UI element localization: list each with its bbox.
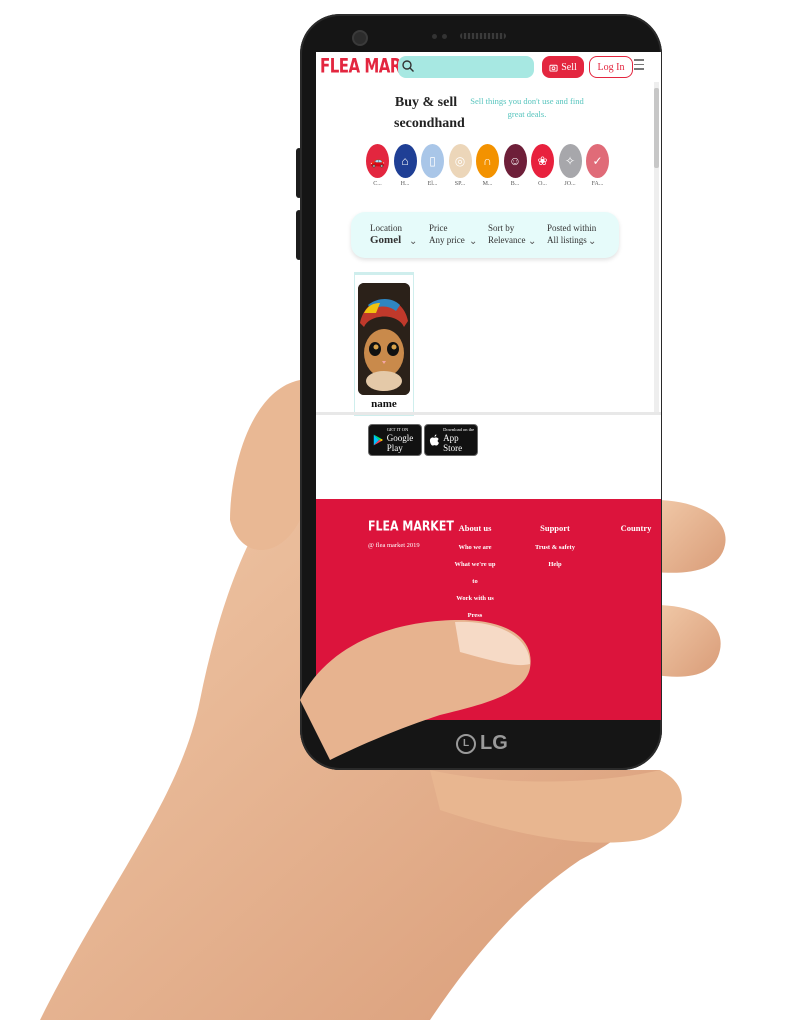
filter-price[interactable]: Price Any price <box>429 222 465 246</box>
play-store-icon <box>373 434 383 446</box>
category-list: 🚗 C... ⌂ H... ▯ El... ◎ SP... ∩ M... ☺ B... ❀ O... ✧ JO… <box>366 144 609 187</box>
footer-logo[interactable]: FLEA MARKET <box>368 519 454 535</box>
listing-image[interactable] <box>358 283 410 395</box>
search-input[interactable] <box>398 56 534 78</box>
category-item[interactable]: ∩ M... <box>476 144 499 187</box>
login-button[interactable]: Log In <box>589 56 633 78</box>
category-label: M... <box>482 181 493 187</box>
sell-label: Sell <box>561 61 577 73</box>
chevron-down-icon[interactable]: ⌄ <box>409 236 417 247</box>
footer-link[interactable]: Press <box>451 607 499 624</box>
footer-link[interactable]: What we're up to <box>451 556 499 590</box>
filter-sort[interactable]: Sort by Relevance <box>488 222 525 246</box>
filter-label: Sort by <box>488 223 515 233</box>
footer-heading: About us <box>458 523 492 533</box>
category-label: FA... <box>591 181 604 187</box>
badge-big-text: Google Play <box>386 433 414 453</box>
category-item[interactable]: ⌂ H... <box>393 144 417 187</box>
section-divider <box>316 412 661 415</box>
filter-bar: Location Gomel ⌄ Price Any price ⌄ Sort by… <box>351 212 619 258</box>
google-play-badge[interactable]: GET IT ON Google Play <box>368 424 422 456</box>
hero-subtitle: Sell things you don't use and find great… <box>470 96 584 119</box>
lg-circle-icon: L <box>456 733 476 754</box>
footer-support-column: Support Trust & safety Help <box>528 523 582 573</box>
search-icon <box>402 60 414 72</box>
category-item[interactable]: 🚗 C... <box>366 144 389 187</box>
filter-label: Price <box>429 223 448 233</box>
baby-icon[interactable]: ☺ <box>503 144 527 178</box>
footer-link[interactable]: Who we are <box>451 539 499 556</box>
app-store-badge[interactable]: Download on the App Store <box>424 424 478 456</box>
brand-logo: L LG <box>456 732 508 755</box>
brand-text: LG <box>480 732 508 754</box>
menu-icon[interactable] <box>634 59 644 73</box>
front-camera-icon <box>352 30 368 46</box>
sensor-dot <box>432 34 437 39</box>
sensor-dot <box>442 34 447 39</box>
footer-about-column: About us Who we are What we're up to Wor… <box>451 523 499 624</box>
filter-value: Any price <box>429 235 465 245</box>
listing-card[interactable]: name <box>354 272 414 416</box>
category-label: SP... <box>454 181 466 187</box>
house-icon[interactable]: ⌂ <box>393 144 417 178</box>
chevron-down-icon[interactable]: ⌄ <box>588 236 596 247</box>
footer-copyright: @ flea market 2019 <box>368 542 420 549</box>
ball-icon[interactable]: ◎ <box>448 144 472 178</box>
category-label: JO... <box>564 181 576 187</box>
category-label: El... <box>427 181 438 187</box>
footer-link[interactable]: Work with us <box>451 590 499 607</box>
site-header: FLEA MARKET Sell Log In <box>316 52 661 82</box>
footer-country-column: Country <box>616 523 656 539</box>
filter-label: Location <box>370 223 402 233</box>
filter-label: Posted within <box>547 223 597 233</box>
category-label: C... <box>373 181 382 187</box>
sell-button[interactable]: Sell <box>542 56 584 78</box>
footer-link[interactable]: Trust & safety <box>528 539 582 556</box>
site-footer: FLEA MARKET @ flea market 2019 About us … <box>316 499 661 720</box>
scrollbar[interactable] <box>654 82 659 412</box>
filter-location[interactable]: Location Gomel <box>370 222 402 246</box>
category-label: B... <box>510 181 520 187</box>
listing-name[interactable]: name <box>355 398 413 410</box>
category-label: H... <box>400 181 410 187</box>
headphones-icon[interactable]: ∩ <box>476 144 499 178</box>
apple-icon <box>429 434 439 446</box>
camera-icon <box>549 64 558 72</box>
scrollbar-thumb[interactable] <box>654 88 659 168</box>
category-label: O... <box>538 181 547 187</box>
vehicle-icon[interactable]: ❀ <box>531 144 554 178</box>
handshake-icon[interactable]: ✧ <box>558 144 582 178</box>
footer-heading: Support <box>540 523 570 533</box>
category-item[interactable]: ◎ SP... <box>448 144 472 187</box>
badge-big-text: App Store <box>443 433 463 453</box>
hero-title: Buy & sell secondhand <box>394 95 465 131</box>
car-icon[interactable]: 🚗 <box>366 144 389 178</box>
heel-icon[interactable]: ✓ <box>586 144 609 178</box>
category-item[interactable]: ☺ B... <box>503 144 527 187</box>
category-item[interactable]: ✓ FA... <box>586 144 609 187</box>
filter-value: Relevance <box>488 235 526 245</box>
phone-screen: FLEA MARKET Sell Log In Buy & sell secon… <box>316 52 661 720</box>
footer-link[interactable]: Help <box>528 556 582 573</box>
footer-heading[interactable]: Country <box>616 523 656 533</box>
chevron-down-icon[interactable]: ⌄ <box>528 236 536 247</box>
category-item[interactable]: ▯ El... <box>421 144 444 187</box>
filter-value: Gomel <box>370 234 402 246</box>
chevron-down-icon[interactable]: ⌄ <box>469 236 477 247</box>
category-item[interactable]: ✧ JO... <box>558 144 582 187</box>
earpiece-speaker <box>460 33 506 39</box>
phone-icon[interactable]: ▯ <box>421 144 444 178</box>
kitten-image <box>358 283 410 395</box>
category-item[interactable]: ❀ O... <box>531 144 554 187</box>
